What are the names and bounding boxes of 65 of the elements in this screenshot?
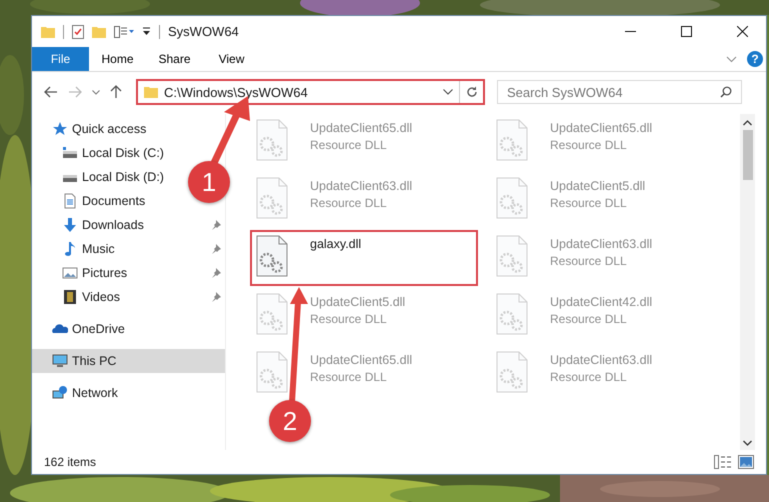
sidebar-item[interactable]: Local Disk (C:)	[32, 141, 168, 165]
sidebar-item[interactable]: Pictures	[32, 261, 225, 285]
star-icon	[52, 121, 68, 137]
sidebar-item[interactable]: Videos	[32, 285, 225, 309]
pin-icon[interactable]	[211, 292, 221, 302]
details-view-icon[interactable]	[714, 455, 732, 469]
scrollbar-thumb[interactable]	[742, 130, 752, 180]
download-arrow-icon	[62, 217, 78, 233]
sidebar-item[interactable]: Quick access	[32, 117, 150, 141]
search-icon[interactable]	[720, 86, 732, 98]
sidebar-item[interactable]: Music	[32, 237, 225, 261]
ribbon-tab[interactable]: Home	[89, 47, 146, 71]
dropdown-arrow-icon[interactable]	[142, 27, 151, 36]
sidebar-item[interactable]: OneDrive	[32, 317, 129, 341]
drive-icon	[62, 145, 78, 161]
sidebar-item[interactable]: Downloads	[32, 213, 225, 237]
refresh-icon[interactable]	[466, 86, 478, 98]
up-icon[interactable]	[110, 85, 122, 99]
item-count: 162 items	[44, 455, 96, 469]
file-type: Resource DLL	[550, 312, 627, 326]
file-name[interactable]: galaxy.dll	[310, 237, 362, 251]
back-icon[interactable]	[44, 86, 58, 98]
close-icon	[736, 26, 748, 37]
forward-icon[interactable]	[68, 86, 82, 98]
pin-icon[interactable]	[211, 244, 221, 254]
address-path: C:\Windows\SysWOW64	[164, 84, 309, 100]
dropdown-icon[interactable]	[443, 89, 453, 95]
expand-ribbon-icon[interactable]	[726, 56, 737, 62]
file-type: Resource DLL	[550, 370, 627, 384]
search-field[interactable]: Search SysWOW64	[497, 80, 742, 104]
folder-icon	[144, 86, 158, 98]
gear-file-icon[interactable]	[256, 235, 288, 277]
network-icon	[52, 385, 68, 401]
maximize-icon	[680, 26, 692, 37]
scroll-down-icon[interactable]	[743, 440, 752, 446]
thumbnail-view-icon[interactable]	[738, 455, 754, 469]
sidebar-item[interactable]: Documents	[32, 189, 150, 213]
document-icon	[62, 193, 78, 209]
minimize-icon	[624, 30, 636, 33]
file-type: Resource DLL	[310, 370, 387, 384]
picture-icon	[62, 265, 78, 281]
help-button[interactable]: ?	[747, 51, 763, 67]
checklist-icon[interactable]	[72, 24, 84, 38]
file-type: Resource DLL	[310, 312, 387, 326]
pin-icon[interactable]	[211, 268, 221, 278]
sidebar-item[interactable]: This PC	[32, 349, 225, 373]
file-item[interactable]: galaxy.dll	[250, 230, 478, 286]
film-icon	[62, 289, 78, 305]
recent-dropdown-icon[interactable]	[92, 90, 100, 94]
properties-icon[interactable]	[114, 26, 134, 38]
window-title: SysWOW64	[168, 24, 239, 39]
file-type: Resource DLL	[310, 196, 387, 210]
pin-icon[interactable]	[211, 220, 221, 230]
file-type: Resource DLL	[310, 138, 387, 152]
ribbon-tab[interactable]: Share	[146, 47, 203, 71]
monitor-icon	[52, 353, 68, 369]
scroll-up-icon[interactable]	[743, 120, 752, 126]
address-bar[interactable]: C:\Windows\SysWOW64	[136, 79, 485, 105]
sidebar-item[interactable]: Network	[32, 381, 122, 405]
ribbon-tab[interactable]: File	[32, 47, 89, 71]
sidebar-item[interactable]: Local Disk (D:)	[32, 165, 168, 189]
file-type: Resource DLL	[550, 138, 627, 152]
file-type: Resource DLL	[550, 254, 627, 268]
ribbon-tab[interactable]: View	[203, 47, 260, 71]
file-type: Resource DLL	[550, 196, 627, 210]
